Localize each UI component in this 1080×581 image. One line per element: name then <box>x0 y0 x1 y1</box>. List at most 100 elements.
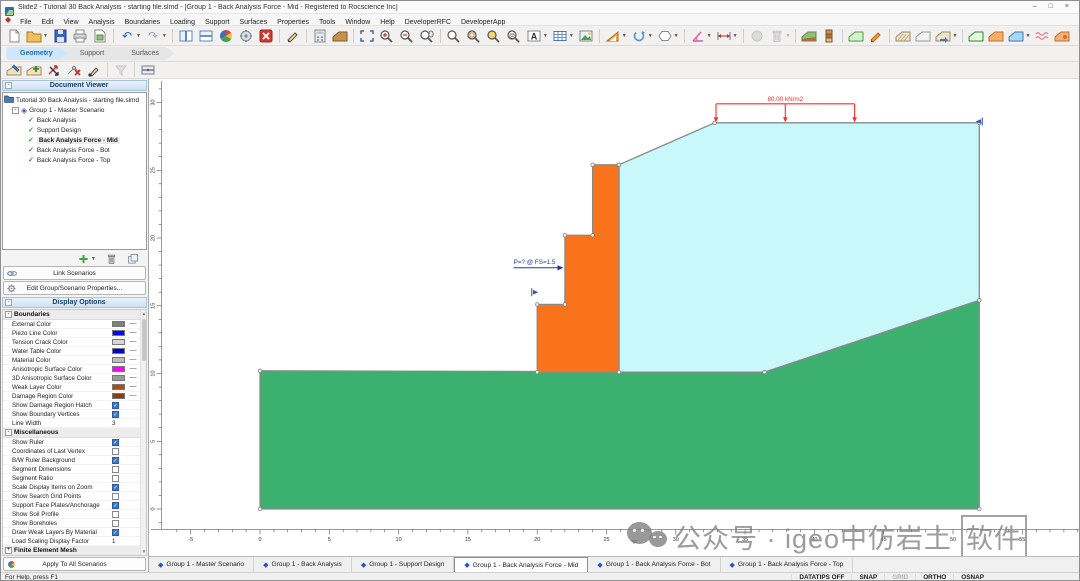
menu-surfaces[interactable]: Surfaces <box>235 19 273 26</box>
checkbox[interactable]: ✓ <box>112 402 119 409</box>
dropdown-caret-icon[interactable]: ▼ <box>622 33 627 39</box>
dropdown-caret-icon[interactable]: ▼ <box>733 33 738 39</box>
value-field[interactable]: 3 <box>112 420 125 427</box>
dropdown-caret-icon[interactable]: ▼ <box>136 33 141 39</box>
option-row-show-boreholes[interactable]: Show Boreholes <box>3 519 146 528</box>
dropdown-caret-icon[interactable]: ▼ <box>707 33 712 39</box>
project-settings-button[interactable] <box>310 27 330 45</box>
menu-tools[interactable]: Tools <box>314 19 340 26</box>
material-layers-button[interactable] <box>799 27 819 45</box>
distributed-load[interactable]: 80.00 kN/m2 <box>714 96 857 122</box>
tree-scenario-support-design[interactable]: ✓Support Design <box>4 125 145 135</box>
option-row-segment-ratio[interactable]: Segment Ratio <box>3 474 146 483</box>
add-image-button[interactable] <box>576 27 596 45</box>
value-field[interactable]: 1 <box>112 538 125 545</box>
delete-vertices-button[interactable] <box>64 61 84 79</box>
boundary-vertex[interactable] <box>617 163 621 167</box>
boundary-vertex[interactable] <box>563 234 567 238</box>
dropdown-caret-icon[interactable]: ▼ <box>91 256 96 262</box>
scroll-up-icon[interactable]: ▲ <box>141 310 147 317</box>
zoom-highlight-button[interactable] <box>484 27 504 45</box>
dropdown-caret-icon[interactable]: ▼ <box>786 33 791 39</box>
print-button[interactable] <box>70 27 90 45</box>
boundary-vertex[interactable] <box>258 507 262 511</box>
scroll-thumb[interactable] <box>142 319 146 361</box>
color-picker-button[interactable]: — <box>125 330 141 336</box>
tree-group-node[interactable]: -◈Group 1 - Master Scenario <box>4 105 145 115</box>
save-file-button[interactable] <box>50 27 70 45</box>
polyline-tool-button[interactable]: ▼ <box>629 27 655 45</box>
scenario-tab-group-1-back-analysis[interactable]: ◆Group 1 - Back Analysis <box>254 557 352 572</box>
workflow-tab-surfaces[interactable]: Surfaces <box>111 47 175 60</box>
zoom-extents-button[interactable] <box>357 27 377 45</box>
analysis-slope-button[interactable] <box>330 27 350 45</box>
polygon-tool-button[interactable]: ▼ <box>655 27 681 45</box>
option-row-load-scaling-display-factor[interactable]: Load Scaling Display Factor1 <box>3 537 146 546</box>
dropdown-caret-icon[interactable]: ▼ <box>162 33 167 39</box>
workflow-tab-geometry[interactable]: Geometry <box>6 47 69 60</box>
scenario-tab-group-1-support-design[interactable]: ◆Group 1 - Support Design <box>352 557 455 572</box>
menu-developerapp[interactable]: DeveloperApp <box>456 19 510 26</box>
collapse-icon[interactable]: - <box>5 311 12 318</box>
add-material-boundary-button[interactable] <box>24 61 44 79</box>
add-external-boundary-button[interactable] <box>966 27 986 45</box>
zoom-selection-button[interactable] <box>464 27 484 45</box>
menu-analysis[interactable]: Analysis <box>84 19 120 26</box>
menu-developerrfc[interactable]: DeveloperRFC <box>400 19 456 26</box>
boundary-vertex[interactable] <box>978 299 982 303</box>
tree-scenario-back-analysis-force-top[interactable]: ✓Back Analysis Force - Top <box>4 155 145 165</box>
section-header-miscellaneous[interactable]: -Miscellaneous <box>3 428 146 438</box>
dropdown-caret-icon[interactable]: ▼ <box>648 33 653 39</box>
color-picker-button[interactable]: — <box>125 393 141 399</box>
workflow-tab-support[interactable]: Support <box>60 47 121 60</box>
checkbox[interactable]: ✓ <box>112 502 119 509</box>
color-swatch[interactable] <box>112 339 125 345</box>
boundary-vertex[interactable] <box>535 303 539 307</box>
exit-analysis-button[interactable] <box>256 27 276 45</box>
option-row-piezo-line-color[interactable]: Piezo Line Color— <box>3 329 146 338</box>
section-header-finite-element-mesh[interactable]: +Finite Element Mesh <box>3 546 146 556</box>
add-table-button[interactable]: ▼ <box>550 27 576 45</box>
scenario-tab-group-1-master-scenario[interactable]: ◆Group 1 - Master Scenario <box>149 557 254 572</box>
display-options-button[interactable] <box>216 27 236 45</box>
menu-properties[interactable]: Properties <box>272 19 314 26</box>
minimize-button[interactable]: – <box>1033 2 1037 12</box>
dropdown-caret-icon[interactable]: ▼ <box>543 33 548 39</box>
collapse-expander[interactable]: - <box>12 107 19 114</box>
add-material-boundary-button[interactable] <box>986 27 1006 45</box>
duplicate-scenario-button[interactable] <box>125 250 142 268</box>
new-file-button[interactable] <box>4 27 24 45</box>
maximize-button[interactable]: □ <box>1049 2 1053 12</box>
scenario-tab-group-1-back-analysis-force-mid[interactable]: ◆Group 1 - Back Analysis Force - Mid <box>454 557 588 572</box>
checkbox[interactable]: ✓ <box>112 484 119 491</box>
menu-edit[interactable]: Edit <box>36 19 58 26</box>
add-vertices-button[interactable] <box>84 61 104 79</box>
option-row-tension-crack-color[interactable]: Tension Crack Color— <box>3 338 146 347</box>
option-row-3d-anisotropic-surface-color[interactable]: 3D Anisotropic Surface Color— <box>3 374 146 383</box>
zoom-window-button[interactable] <box>444 27 464 45</box>
slope-outline-button[interactable] <box>913 27 933 45</box>
display-options-header[interactable]: - Display Options <box>2 297 147 308</box>
color-swatch[interactable] <box>112 393 125 399</box>
option-row-scale-display-items-on-zoom[interactable]: Scale Display Items on Zoom✓ <box>3 483 146 492</box>
color-swatch[interactable] <box>112 330 125 336</box>
document-viewer-header[interactable]: - Document Viewer <box>2 80 147 91</box>
ponded-water-button[interactable] <box>1032 27 1052 45</box>
edit-tool-button[interactable] <box>283 27 303 45</box>
boundary-vertex[interactable] <box>763 370 767 374</box>
tree-scenario-back-analysis-force-bot[interactable]: ✓Back Analysis Force - Bot <box>4 145 145 155</box>
measure-tool-button[interactable]: ▼ <box>603 27 629 45</box>
section-creator-button[interactable] <box>138 61 158 79</box>
boundary-vertex[interactable] <box>563 303 567 307</box>
menu-boundaries[interactable]: Boundaries <box>120 19 165 26</box>
boundary-vertex[interactable] <box>591 163 595 167</box>
delete-scenario-button[interactable] <box>103 250 120 268</box>
zoom-mouse-button[interactable] <box>417 27 437 45</box>
slope-limits-button[interactable] <box>893 27 913 45</box>
add-support-region-button[interactable] <box>1052 27 1072 45</box>
menu-help[interactable]: Help <box>375 19 399 26</box>
menu-loading[interactable]: Loading <box>165 19 200 26</box>
zoom-out-button[interactable] <box>397 27 417 45</box>
option-row-segment-dimensions[interactable]: Segment Dimensions <box>3 465 146 474</box>
checkbox[interactable]: ✓ <box>112 411 119 418</box>
